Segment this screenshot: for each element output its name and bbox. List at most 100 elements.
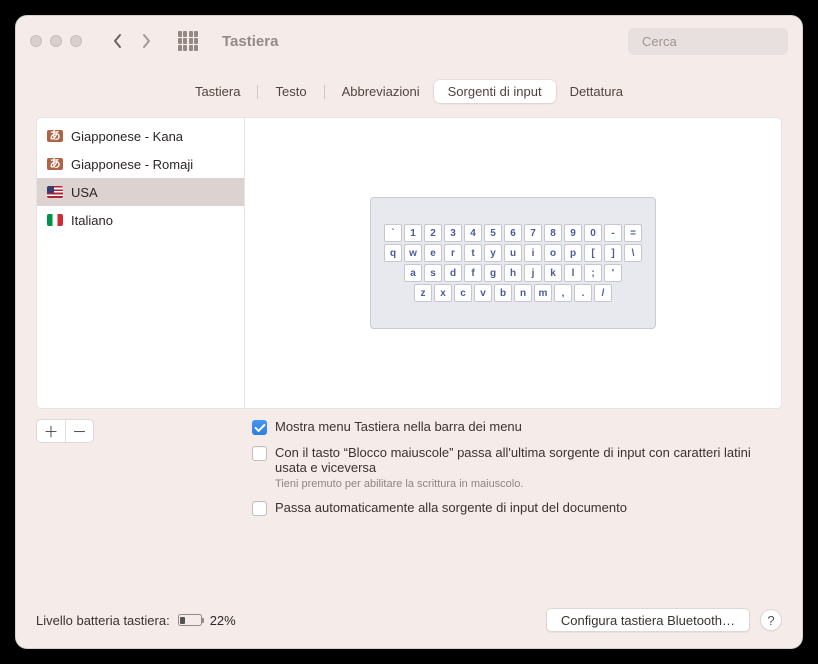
key: w (404, 244, 422, 262)
key: - (604, 224, 622, 242)
preferences-window: Tastiera Tastiera Testo AbbreviazioniSorge… (15, 15, 803, 649)
remove-button[interactable]: － (65, 420, 93, 442)
key: 1 (404, 224, 422, 242)
option-caps-switch[interactable]: Con il tasto “Blocco maiuscole” passa al… (252, 445, 782, 490)
source-label: Giapponese - Kana (71, 129, 183, 144)
tab-tastiera[interactable]: Tastiera (181, 80, 255, 103)
key: c (454, 284, 472, 302)
nav-arrows (106, 29, 158, 53)
battery-percent: 22% (210, 613, 236, 628)
key: , (554, 284, 572, 302)
key (464, 204, 482, 222)
key: 3 (444, 224, 462, 242)
key (504, 304, 522, 322)
source-label: Giapponese - Romaji (71, 157, 193, 172)
source-item[interactable]: USA (37, 178, 244, 206)
tab-abbreviazioni[interactable]: Abbreviazioni (328, 80, 434, 103)
bottom-bar: Livello batteria tastiera: 22% Configura… (36, 592, 782, 632)
key (524, 204, 542, 222)
option-auto-switch[interactable]: Passa automaticamente alla sorgente di i… (252, 500, 782, 516)
keyboard-layout: `1234567890-=qwertyuiop[]\asdfghjkl;'zxc… (370, 197, 656, 329)
key: j (524, 264, 542, 282)
key: t (464, 244, 482, 262)
key: 0 (584, 224, 602, 242)
key: 6 (504, 224, 522, 242)
key (604, 204, 622, 222)
window-title: Tastiera (222, 33, 278, 50)
key (564, 204, 582, 222)
titlebar: Tastiera (16, 16, 802, 66)
key: p (564, 244, 582, 262)
forward-button[interactable] (134, 29, 158, 53)
key: . (574, 284, 592, 302)
key: ; (584, 264, 602, 282)
key: ] (604, 244, 622, 262)
key (404, 304, 422, 322)
source-item[interactable]: あ Giapponese - Kana (37, 122, 244, 150)
key: n (514, 284, 532, 302)
key (544, 304, 562, 322)
key: 2 (424, 224, 442, 242)
source-item[interactable]: あ Giapponese - Romaji (37, 150, 244, 178)
option-label: Mostra menu Tastiera nella barra dei men… (275, 419, 522, 434)
key: / (594, 284, 612, 302)
key: m (534, 284, 552, 302)
key: 7 (524, 224, 542, 242)
source-label: Italiano (71, 213, 113, 228)
add-button[interactable]: ＋ (37, 420, 65, 442)
key (424, 304, 442, 322)
zoom-button[interactable] (70, 35, 82, 47)
keyboard-preview: `1234567890-=qwertyuiop[]\asdfghjkl;'zxc… (245, 118, 781, 408)
close-button[interactable] (30, 35, 42, 47)
key (544, 204, 562, 222)
key (484, 304, 502, 322)
us-flag-icon (47, 186, 63, 198)
key: q (384, 244, 402, 262)
key (564, 304, 582, 322)
checkbox[interactable] (252, 501, 267, 516)
back-button[interactable] (106, 29, 130, 53)
key: i (524, 244, 542, 262)
checkbox[interactable] (252, 446, 267, 461)
key: h (504, 264, 522, 282)
tab-dettatura[interactable]: Dettatura (556, 80, 637, 103)
source-item[interactable]: Italiano (37, 206, 244, 234)
key (444, 204, 462, 222)
key: y (484, 244, 502, 262)
key: l (564, 264, 582, 282)
checkbox[interactable] (252, 420, 267, 435)
key (604, 304, 622, 322)
key: k (544, 264, 562, 282)
key: 8 (544, 224, 562, 242)
minimize-button[interactable] (50, 35, 62, 47)
option-label: Con il tasto “Blocco maiuscole” passa al… (275, 445, 751, 475)
key (424, 204, 442, 222)
tab-sorgenti-di-input[interactable]: Sorgenti di input (434, 80, 556, 103)
search-input[interactable] (642, 34, 803, 49)
key: 4 (464, 224, 482, 242)
key (384, 204, 402, 222)
key (624, 304, 642, 322)
key: f (464, 264, 482, 282)
jp-flag-icon: あ (47, 158, 63, 170)
bluetooth-setup-button[interactable]: Configura tastiera Bluetooth… (546, 608, 750, 632)
option-hint: Tieni premuto per abilitare la scrittura… (275, 478, 782, 490)
key: 9 (564, 224, 582, 242)
tab-testo[interactable]: Testo (261, 80, 320, 103)
tab-bar: Tastiera Testo AbbreviazioniSorgenti di in… (181, 80, 637, 103)
tab-divider (257, 85, 258, 99)
key: e (424, 244, 442, 262)
battery-icon (178, 614, 202, 626)
jp-flag-icon: あ (47, 130, 63, 142)
key: ' (604, 264, 622, 282)
key (524, 304, 542, 322)
help-button[interactable]: ? (760, 609, 782, 631)
show-all-icon[interactable] (178, 31, 198, 51)
key: v (474, 284, 492, 302)
key: a (404, 264, 422, 282)
battery-label: Livello batteria tastiera: (36, 613, 170, 628)
search-field[interactable] (628, 28, 788, 55)
sources-list[interactable]: あ Giapponese - Kana あ Giapponese - Romaji US… (37, 118, 245, 408)
option-show-menu[interactable]: Mostra menu Tastiera nella barra dei men… (252, 419, 782, 435)
key: [ (584, 244, 602, 262)
